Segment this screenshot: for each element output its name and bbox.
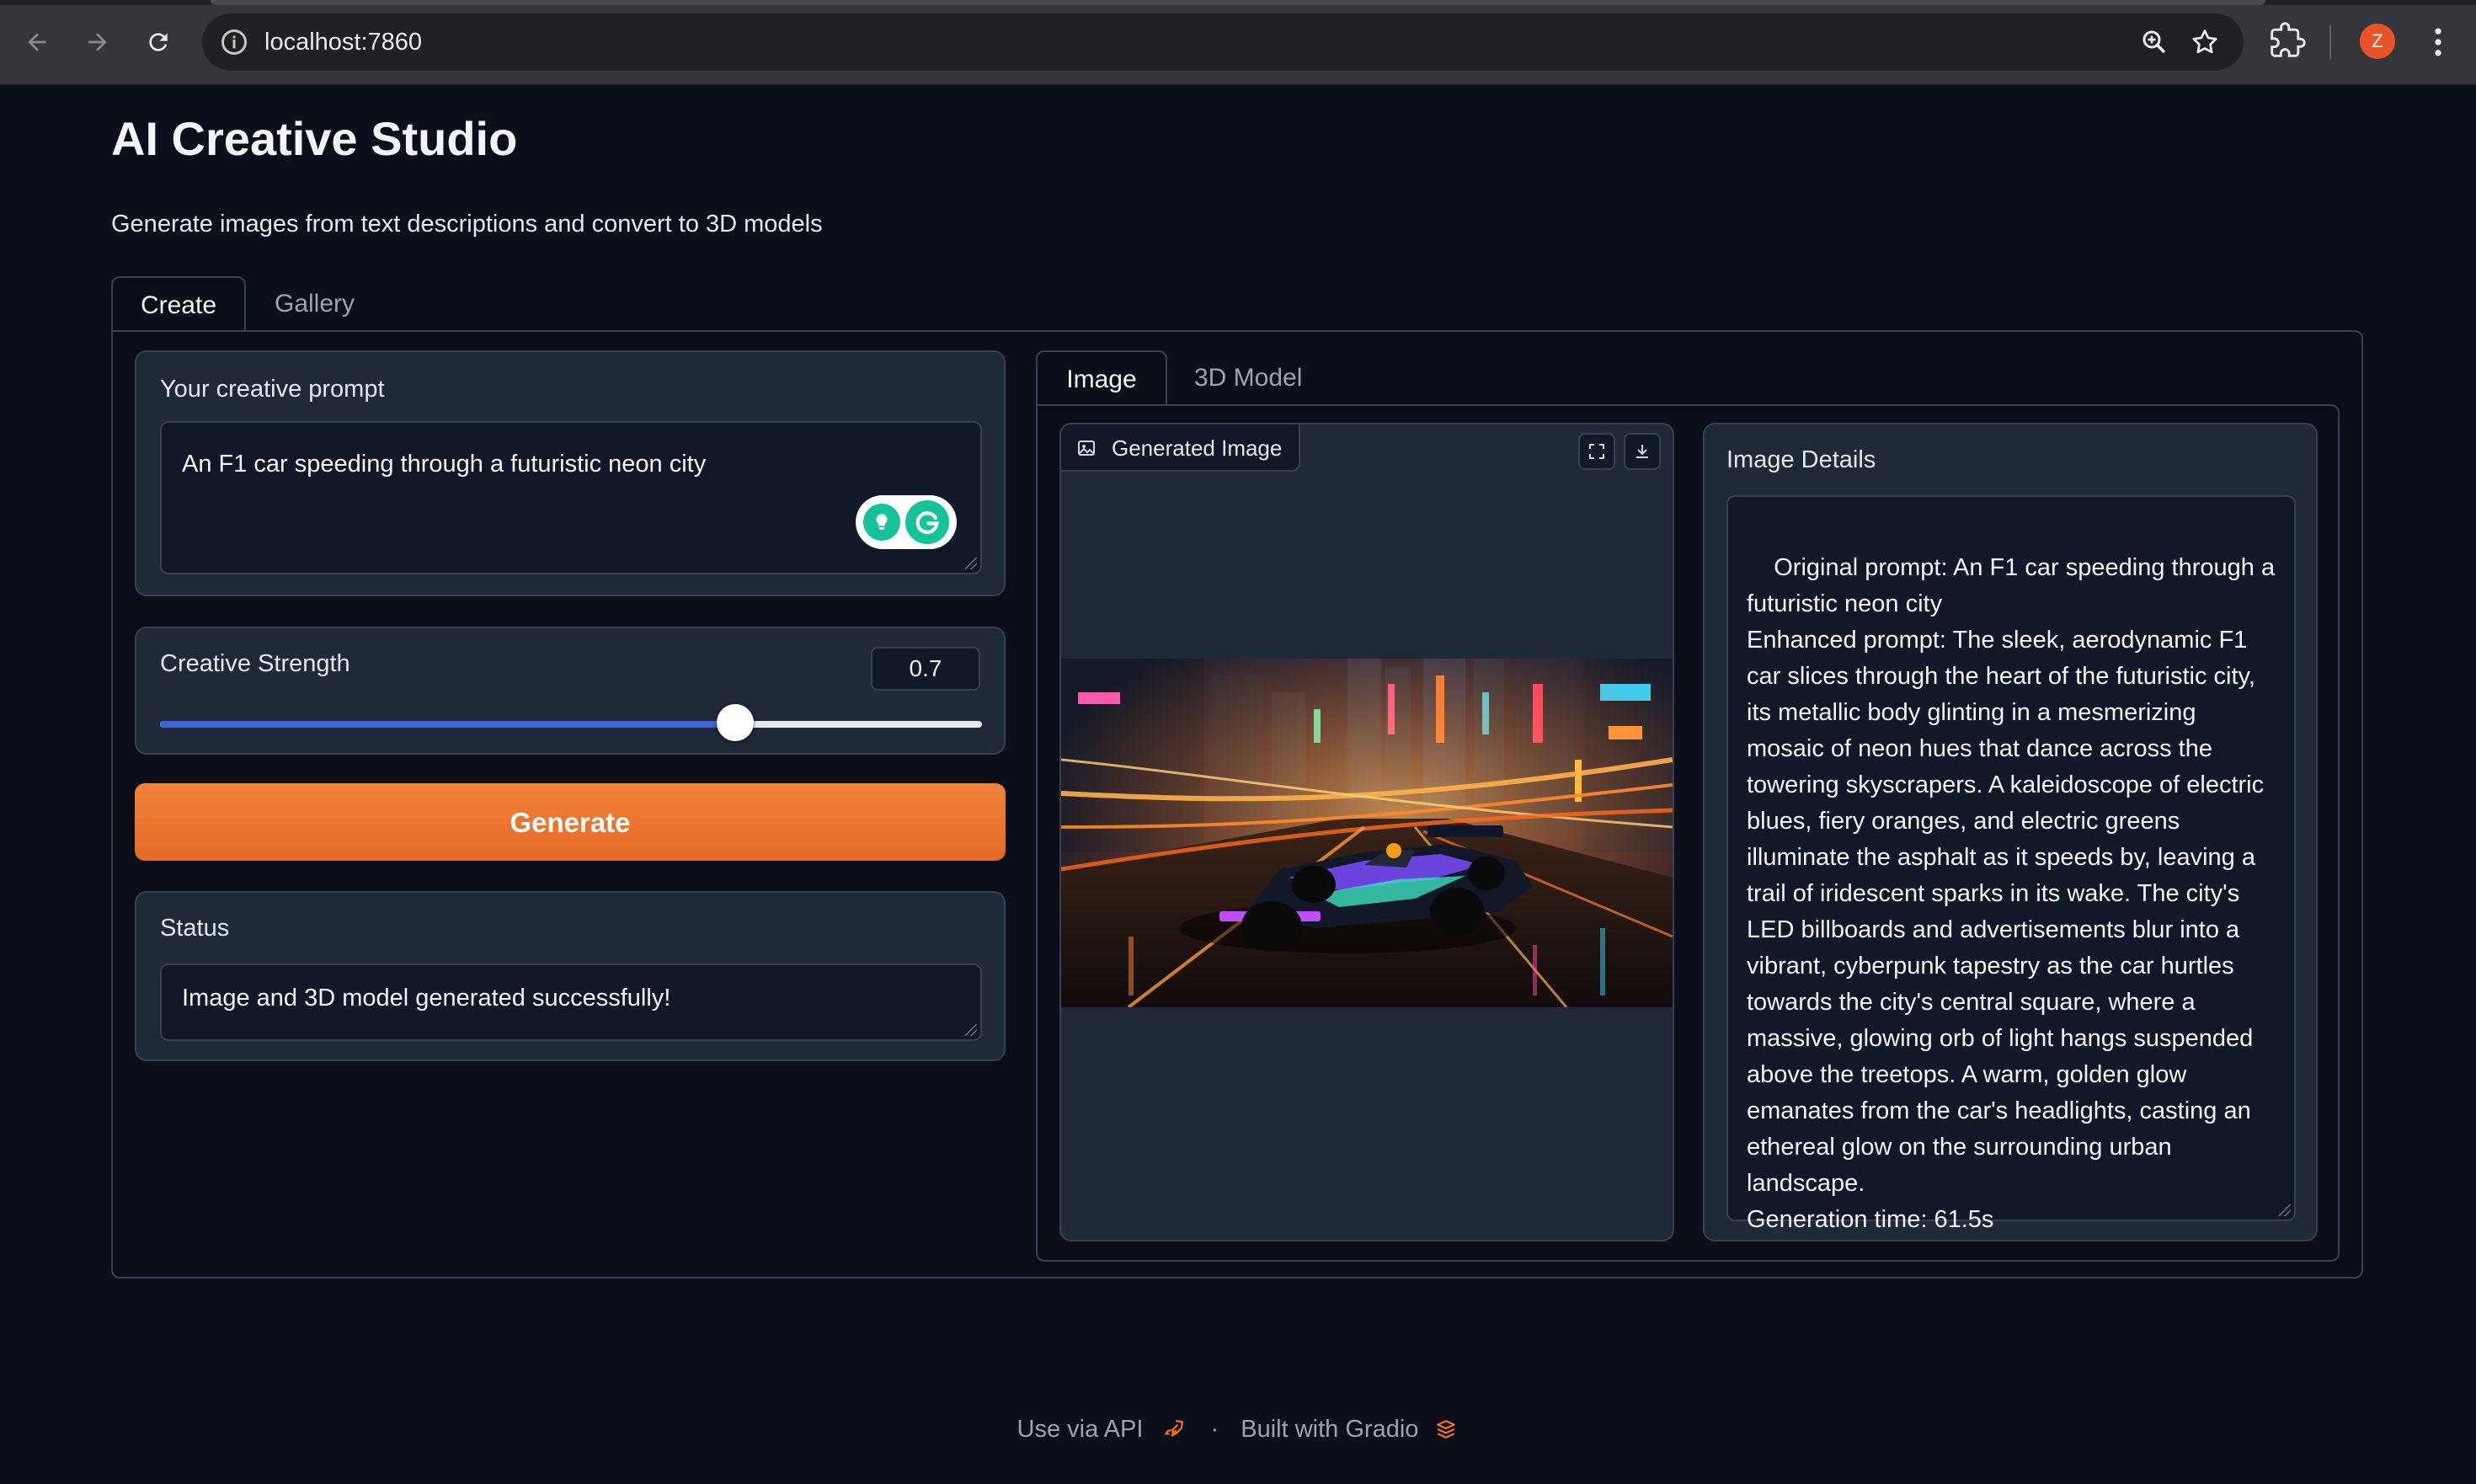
footer-separator: ·	[1210, 1415, 1219, 1443]
fullscreen-icon	[1589, 444, 1604, 459]
tab-create[interactable]: Create	[111, 276, 246, 332]
prompt-textarea[interactable]: An F1 car speeding through a futuristic …	[160, 421, 982, 574]
toolbar-divider	[2329, 25, 2331, 59]
url-text[interactable]: localhost:7860	[264, 13, 422, 71]
image-details-textarea[interactable]: Original prompt: An F1 car speeding thro…	[1726, 495, 2296, 1233]
generated-image-label-text: Generated Image	[1112, 435, 1283, 461]
kebab-menu-icon[interactable]	[2425, 24, 2451, 61]
site-info-icon[interactable]	[219, 27, 249, 57]
strength-label: Creative Strength	[160, 650, 350, 677]
profile-avatar[interactable]: Z	[2360, 24, 2395, 59]
status-value: Image and 3D model generated successfull…	[182, 985, 671, 1012]
reload-icon	[149, 33, 168, 51]
address-bar[interactable]: localhost:7860	[202, 13, 2244, 71]
download-button[interactable]	[1624, 433, 1661, 470]
image-icon	[1078, 440, 1095, 456]
forward-button[interactable]	[74, 19, 121, 66]
strength-number-input[interactable]: 0.7	[871, 647, 980, 691]
app-title: AI Creative Studio	[111, 112, 518, 165]
prompt-label: Your creative prompt	[160, 376, 385, 403]
status-block: Status Image and 3D model generated succ…	[135, 891, 1006, 1061]
footer: Use via API · Built with Gradio	[0, 1415, 2476, 1444]
generate-button[interactable]: Generate	[135, 783, 1006, 861]
tab-gallery[interactable]: Gallery	[275, 276, 355, 330]
arrow-left-icon	[28, 33, 46, 51]
lightbulb-icon[interactable]	[863, 504, 900, 541]
use-via-api-link[interactable]: Use via API	[1017, 1416, 1144, 1443]
gradio-logo-icon	[1437, 1420, 1456, 1439]
resize-handle[interactable]	[965, 558, 977, 569]
image-details-block: Image Details Original prompt: An F1 car…	[1703, 423, 2318, 1241]
reload-button[interactable]	[135, 19, 182, 66]
grammarly-g-icon[interactable]	[905, 500, 949, 544]
f1-neon-city-image	[1061, 659, 1673, 1007]
slider-fill	[160, 721, 736, 728]
image-details-text[interactable]: Original prompt: An F1 car speeding thro…	[1747, 554, 2281, 1233]
zoom-icon[interactable]	[2139, 27, 2169, 57]
bookmark-star-icon[interactable]	[2190, 27, 2220, 57]
grammarly-widget[interactable]	[856, 495, 957, 549]
resize-handle[interactable]	[965, 1024, 977, 1036]
rocket-icon	[1165, 1420, 1184, 1438]
tab-strip	[0, 0, 2476, 5]
back-button[interactable]	[13, 19, 61, 66]
app-subtitle: Generate images from text descriptions a…	[111, 211, 823, 238]
status-label: Status	[160, 915, 230, 942]
prompt-block: Your creative prompt An F1 car speeding …	[135, 350, 1006, 596]
resize-handle[interactable]	[2279, 1204, 2291, 1216]
browser-toolbar: localhost:7860 Z	[0, 0, 2476, 85]
browser-tab[interactable]	[211, 0, 2265, 5]
image-details-label: Image Details	[1726, 446, 1876, 473]
tab-image[interactable]: Image	[1036, 350, 1167, 406]
strength-block: Creative Strength 0.7	[135, 627, 1006, 755]
prompt-value[interactable]: An F1 car speeding through a futuristic …	[182, 451, 706, 478]
slider-thumb[interactable]	[717, 704, 755, 741]
download-icon	[1636, 445, 1648, 458]
tab-3d-model[interactable]: 3D Model	[1194, 350, 1302, 404]
arrow-right-icon	[88, 33, 107, 51]
fullscreen-button[interactable]	[1578, 433, 1615, 470]
status-textbox[interactable]: Image and 3D model generated successfull…	[160, 964, 982, 1041]
strength-slider[interactable]	[160, 704, 982, 741]
built-with-gradio-link[interactable]: Built with Gradio	[1241, 1416, 1418, 1443]
generated-image	[1061, 659, 1673, 1007]
generated-image-label: Generated Image	[1061, 424, 1301, 472]
extensions-puzzle-icon[interactable]	[2269, 22, 2306, 59]
